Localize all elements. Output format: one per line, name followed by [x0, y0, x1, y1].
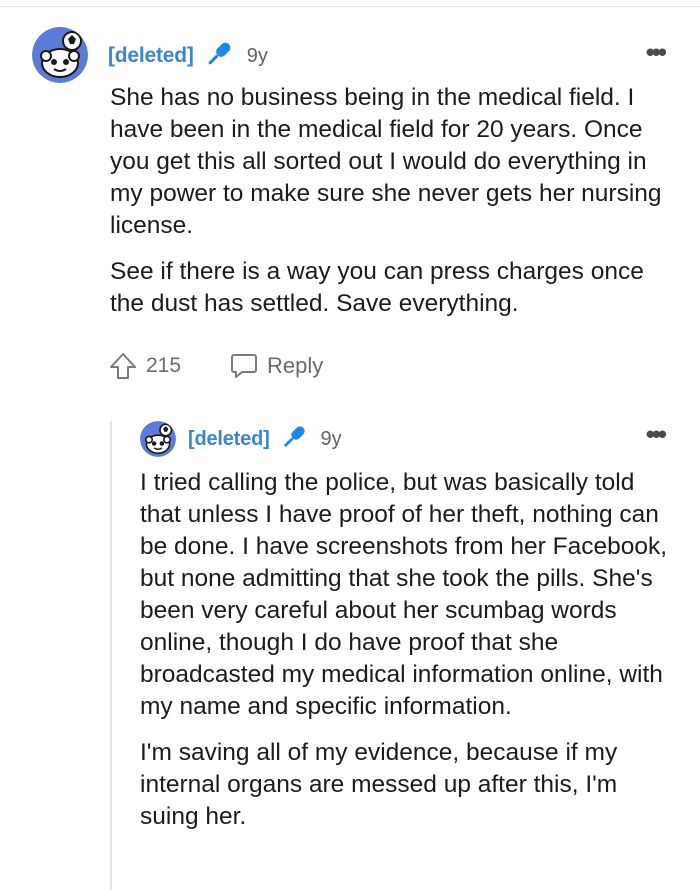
comment-body: I tried calling the police, but was basi…	[140, 467, 672, 833]
comment-paragraph: I tried calling the police, but was basi…	[140, 469, 668, 720]
more-horizontal-icon[interactable]: •••	[646, 421, 667, 447]
snoo-avatar-icon	[140, 421, 176, 457]
avatar[interactable]	[32, 27, 88, 83]
comment-paragraph: She has no business being in the medical…	[110, 84, 662, 239]
comment-age: 9y	[320, 427, 342, 450]
more-horizontal-icon[interactable]: •••	[646, 39, 667, 65]
comment-meta: [deleted] 9y	[108, 41, 268, 71]
comment-meta: [deleted] 9y	[188, 425, 342, 452]
username-link[interactable]: [deleted]	[188, 428, 270, 451]
chat-bubble-icon	[231, 354, 258, 378]
username-link[interactable]: [deleted]	[108, 44, 194, 68]
top-divider	[0, 6, 700, 7]
snoo-avatar-icon	[32, 27, 88, 83]
comment-paragraph: See if there is a way you can press char…	[110, 258, 644, 317]
reply-label: Reply	[267, 353, 324, 378]
reply-button[interactable]: Reply	[229, 351, 323, 381]
comment-body: She has no business being in the medical…	[110, 82, 670, 320]
comment-actions: 215 Reply	[108, 351, 323, 381]
upvote-control[interactable]: 215	[108, 351, 181, 381]
microphone-icon	[279, 422, 309, 457]
microphone-icon	[203, 38, 235, 75]
thread-line[interactable]	[110, 421, 112, 890]
upvote-arrow-icon[interactable]	[108, 351, 138, 381]
comment-age: 9y	[246, 44, 268, 67]
comment-paragraph: I'm saving all of my evidence, because i…	[140, 739, 618, 830]
avatar[interactable]	[140, 421, 176, 457]
vote-count: 215	[146, 354, 182, 377]
